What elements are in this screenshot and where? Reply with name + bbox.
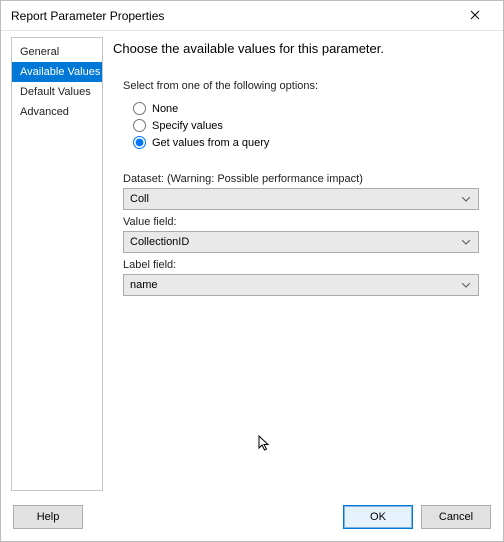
sidebar-item-label: Default Values xyxy=(20,86,91,98)
radio-specify[interactable]: Specify values xyxy=(133,117,493,134)
sidebar-item-label: Available Values xyxy=(20,66,100,78)
valuefield-label: Value field: xyxy=(123,216,493,228)
sidebar-item-advanced[interactable]: Advanced xyxy=(12,102,102,122)
dataset-combo[interactable]: Coll xyxy=(123,188,479,210)
radio-none-label: None xyxy=(152,103,178,115)
main-panel: Choose the available values for this par… xyxy=(113,37,493,491)
labelfield-label: Label field: xyxy=(123,259,493,271)
radio-none[interactable]: None xyxy=(133,100,493,117)
close-button[interactable] xyxy=(455,2,495,30)
radio-specify-input[interactable] xyxy=(133,119,146,132)
radio-specify-label: Specify values xyxy=(152,120,223,132)
options-label: Select from one of the following options… xyxy=(113,80,493,92)
chevron-down-icon xyxy=(458,197,474,202)
sidebar-item-label: General xyxy=(20,46,59,58)
dialog-footer: Help OK Cancel xyxy=(1,495,503,541)
dataset-label: Dataset: (Warning: Possible performance … xyxy=(123,173,493,185)
query-fields: Dataset: (Warning: Possible performance … xyxy=(113,169,493,302)
help-button-label: Help xyxy=(37,511,60,523)
page-headline: Choose the available values for this par… xyxy=(113,41,493,56)
valuefield-combo[interactable]: CollectionID xyxy=(123,231,479,253)
radio-none-input[interactable] xyxy=(133,102,146,115)
options-radiogroup: None Specify values Get values from a qu… xyxy=(113,100,493,151)
window-title: Report Parameter Properties xyxy=(11,9,455,23)
dialog-window: Report Parameter Properties General Avai… xyxy=(0,0,504,542)
cancel-button[interactable]: Cancel xyxy=(421,505,491,529)
help-button[interactable]: Help xyxy=(13,505,83,529)
sidebar-item-general[interactable]: General xyxy=(12,42,102,62)
chevron-down-icon xyxy=(458,240,474,245)
chevron-down-icon xyxy=(458,283,474,288)
sidebar: General Available Values Default Values … xyxy=(11,37,103,491)
labelfield-value: name xyxy=(130,279,458,291)
sidebar-item-default-values[interactable]: Default Values xyxy=(12,82,102,102)
sidebar-item-available-values[interactable]: Available Values xyxy=(12,62,102,82)
ok-button[interactable]: OK xyxy=(343,505,413,529)
radio-query-label: Get values from a query xyxy=(152,137,269,149)
radio-query[interactable]: Get values from a query xyxy=(133,134,493,151)
labelfield-combo[interactable]: name xyxy=(123,274,479,296)
sidebar-item-label: Advanced xyxy=(20,106,69,118)
titlebar: Report Parameter Properties xyxy=(1,1,503,31)
valuefield-value: CollectionID xyxy=(130,236,458,248)
radio-query-input[interactable] xyxy=(133,136,146,149)
close-icon xyxy=(470,9,480,23)
ok-button-label: OK xyxy=(370,511,386,523)
dataset-value: Coll xyxy=(130,193,458,205)
cancel-button-label: Cancel xyxy=(439,511,473,523)
dialog-body: General Available Values Default Values … xyxy=(1,31,503,495)
